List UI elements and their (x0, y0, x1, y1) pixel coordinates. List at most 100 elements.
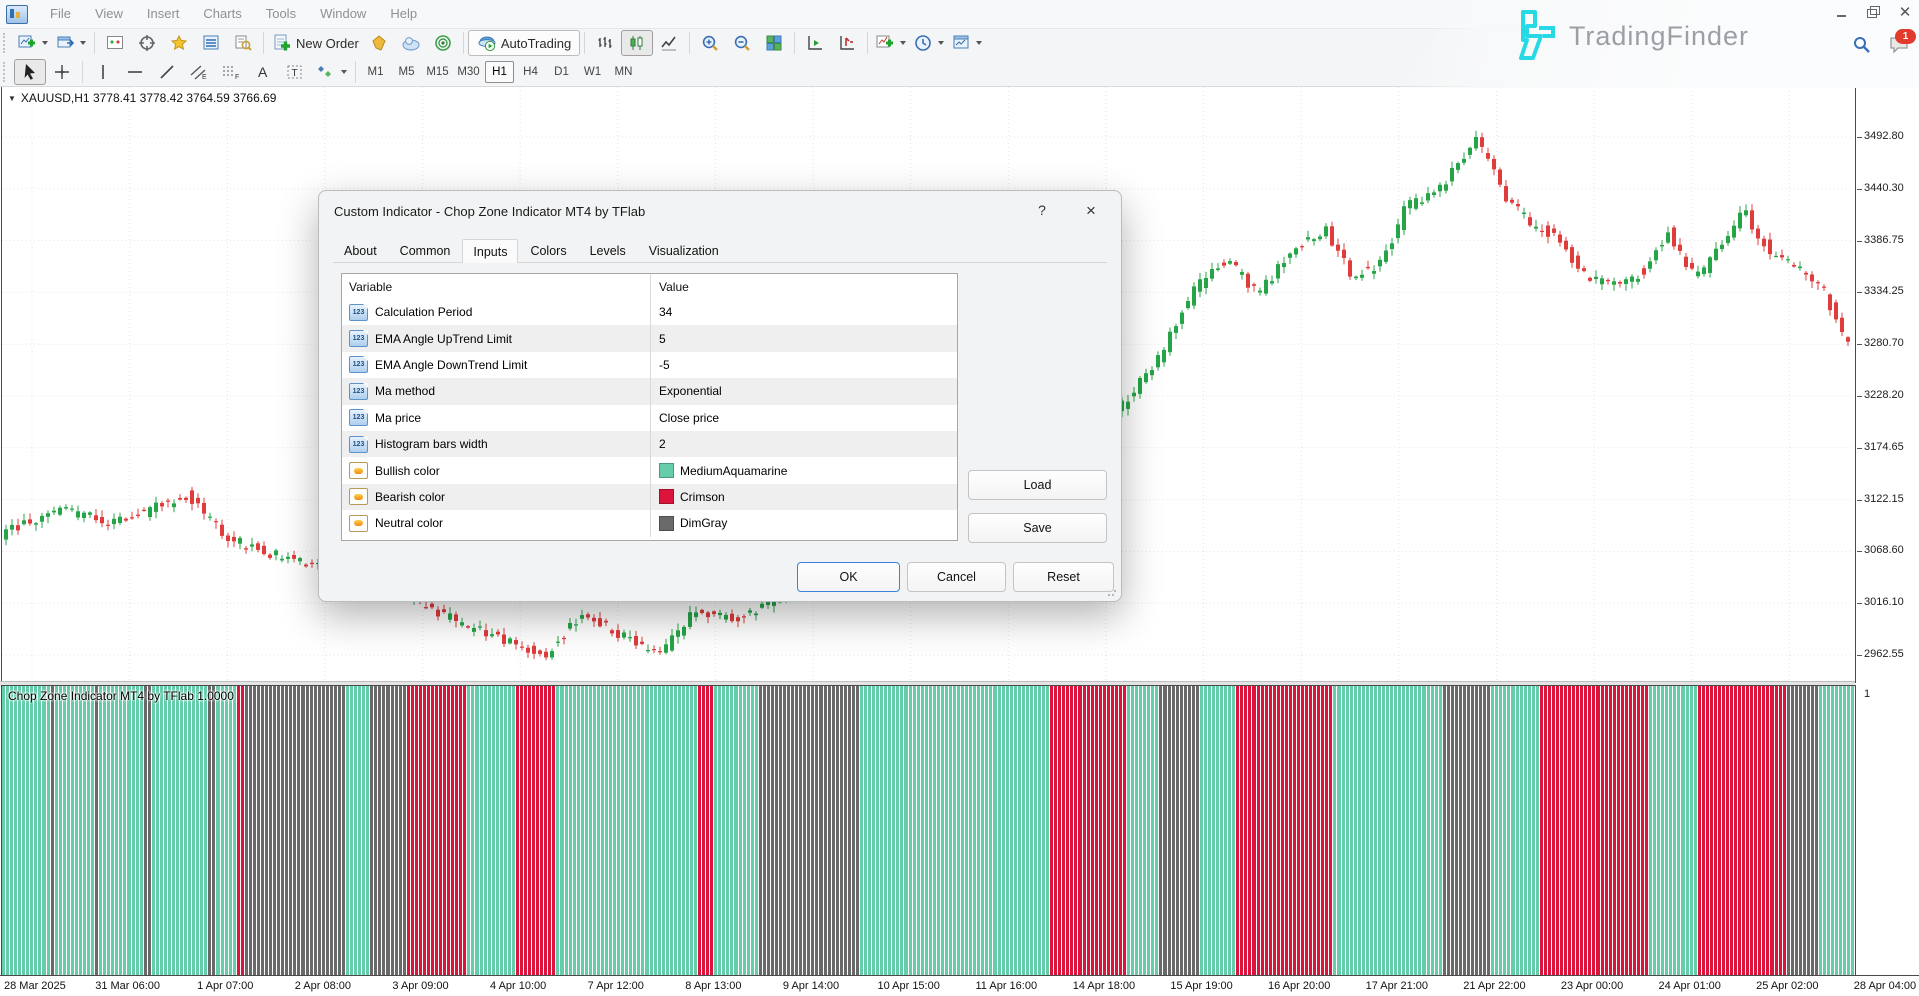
menu-view[interactable]: View (83, 2, 135, 25)
hline-button[interactable] (119, 59, 151, 85)
timeframe-m1[interactable]: M1 (361, 61, 390, 83)
timeframe-d1[interactable]: D1 (547, 61, 576, 83)
cancel-button[interactable]: Cancel (907, 562, 1006, 592)
toolbar-drag-grip[interactable] (3, 33, 11, 53)
param-value[interactable]: 5 (659, 332, 666, 346)
tab-inputs[interactable]: Inputs (462, 239, 518, 263)
table-row[interactable]: 123Ma price Close price (342, 405, 957, 431)
cursor-button[interactable] (14, 59, 46, 85)
search-icon[interactable] (1853, 36, 1871, 54)
minimize-button[interactable] (1833, 4, 1849, 20)
publish-button[interactable] (395, 30, 427, 56)
market-watch-button[interactable] (195, 30, 227, 56)
param-value[interactable]: MediumAquamarine (680, 464, 787, 478)
param-value[interactable]: -5 (659, 358, 670, 372)
tab-common[interactable]: Common (389, 240, 462, 262)
menu-insert[interactable]: Insert (135, 2, 192, 25)
crosshair-button[interactable] (46, 59, 78, 85)
templates-button[interactable] (948, 30, 986, 56)
timeframe-m5[interactable]: M5 (392, 61, 421, 83)
profiles-button[interactable] (52, 30, 90, 56)
table-row[interactable]: 123Histogram bars width 2 (342, 431, 957, 457)
data-window-button[interactable] (227, 30, 259, 56)
label-button[interactable]: T (279, 59, 311, 85)
channel-button[interactable]: E (183, 59, 215, 85)
toolbar-drag-grip[interactable] (3, 62, 11, 82)
param-value[interactable]: Crimson (680, 490, 725, 504)
text-button[interactable]: A (247, 59, 279, 85)
vline-button[interactable] (87, 59, 119, 85)
chevron-down-icon[interactable] (938, 41, 944, 45)
line-chart-button[interactable] (653, 30, 685, 56)
param-value[interactable]: DimGray (680, 516, 727, 530)
chevron-down-icon[interactable] (80, 41, 86, 45)
time-axis[interactable]: 28 Mar 202531 Mar 06:001 Apr 07:002 Apr … (0, 975, 1919, 996)
shapes-button[interactable] (311, 59, 351, 85)
chop-zone-panel[interactable]: Chop Zone Indicator MT4 by TFlab 1.0000 (1, 685, 1856, 976)
zoom-in-button[interactable] (694, 30, 726, 56)
help-button[interactable]: ? (1033, 202, 1051, 218)
param-value[interactable]: 2 (659, 437, 666, 451)
table-row[interactable]: Bullish color MediumAquamarine (342, 457, 957, 483)
reset-button[interactable]: Reset (1013, 562, 1114, 592)
table-row[interactable]: Neutral color DimGray (342, 510, 957, 536)
chevron-down-icon[interactable] (341, 70, 347, 74)
symbol-caret-icon[interactable]: ▼ (8, 94, 16, 103)
chevron-down-icon[interactable] (42, 41, 48, 45)
chat-icon[interactable]: 1 (1889, 36, 1909, 54)
menu-charts[interactable]: Charts (191, 2, 253, 25)
trendline-button[interactable] (151, 59, 183, 85)
autotrading-button[interactable]: AutoTrading (468, 30, 580, 56)
dialog-resize-grip[interactable] (1107, 587, 1117, 597)
menu-file[interactable]: File (38, 2, 83, 25)
alerts-button[interactable] (427, 30, 459, 56)
tile-windows-button[interactable] (758, 30, 790, 56)
table-row[interactable]: 123Calculation Period 34 (342, 299, 957, 325)
timeframe-h4[interactable]: H4 (516, 61, 545, 83)
new-chart-button[interactable] (14, 30, 52, 56)
candlestick-button[interactable] (621, 30, 653, 56)
tab-visualization[interactable]: Visualization (638, 240, 730, 262)
timeframe-mn[interactable]: MN (609, 61, 638, 83)
new-order-button[interactable]: New Order (268, 30, 363, 56)
table-row[interactable]: 123EMA Angle DownTrend Limit -5 (342, 352, 957, 378)
param-value[interactable]: Exponential (659, 384, 722, 398)
table-row[interactable]: Bearish color Crimson (342, 484, 957, 510)
load-button[interactable]: Load (968, 470, 1107, 500)
price-axis[interactable]: 3492.803440.303386.753334.253280.703228.… (1856, 86, 1919, 681)
target-button[interactable] (131, 30, 163, 56)
menu-help[interactable]: Help (378, 2, 429, 25)
auto-scroll-button[interactable] (799, 30, 831, 56)
timeframe-m30[interactable]: M30 (454, 61, 483, 83)
save-button[interactable]: Save (968, 513, 1107, 543)
dialog-title-bar[interactable]: Custom Indicator - Chop Zone Indicator M… (319, 191, 1121, 231)
chart-shift-button[interactable] (831, 30, 863, 56)
table-row[interactable]: 123Ma method Exponential (342, 378, 957, 404)
chevron-down-icon[interactable] (900, 41, 906, 45)
zoom-out-button[interactable] (726, 30, 758, 56)
fibonacci-button[interactable]: F (215, 59, 247, 85)
table-row[interactable]: 123EMA Angle UpTrend Limit 5 (342, 325, 957, 351)
param-value[interactable]: 34 (659, 305, 672, 319)
tab-about[interactable]: About (333, 240, 388, 262)
timeframe-w1[interactable]: W1 (578, 61, 607, 83)
menu-tools[interactable]: Tools (254, 2, 308, 25)
menu-window[interactable]: Window (308, 2, 378, 25)
dialog-close-button[interactable]: × (1079, 199, 1103, 223)
favorites-button[interactable] (163, 30, 195, 56)
ok-button[interactable]: OK (797, 562, 900, 592)
symbols-button[interactable] (99, 30, 131, 56)
indicators-button[interactable] (872, 30, 910, 56)
histogram-bar-bull (1831, 686, 1834, 975)
tab-colors[interactable]: Colors (519, 240, 577, 262)
close-window-button[interactable]: ✕ (1897, 4, 1913, 20)
restore-button[interactable] (1865, 4, 1881, 20)
timeframe-h1[interactable]: H1 (485, 61, 514, 83)
periods-button[interactable] (910, 30, 948, 56)
tab-levels[interactable]: Levels (579, 240, 637, 262)
depth-of-market-button[interactable] (363, 30, 395, 56)
chevron-down-icon[interactable] (976, 41, 982, 45)
bar-chart-button[interactable] (589, 30, 621, 56)
timeframe-m15[interactable]: M15 (423, 61, 452, 83)
param-value[interactable]: Close price (659, 411, 719, 425)
